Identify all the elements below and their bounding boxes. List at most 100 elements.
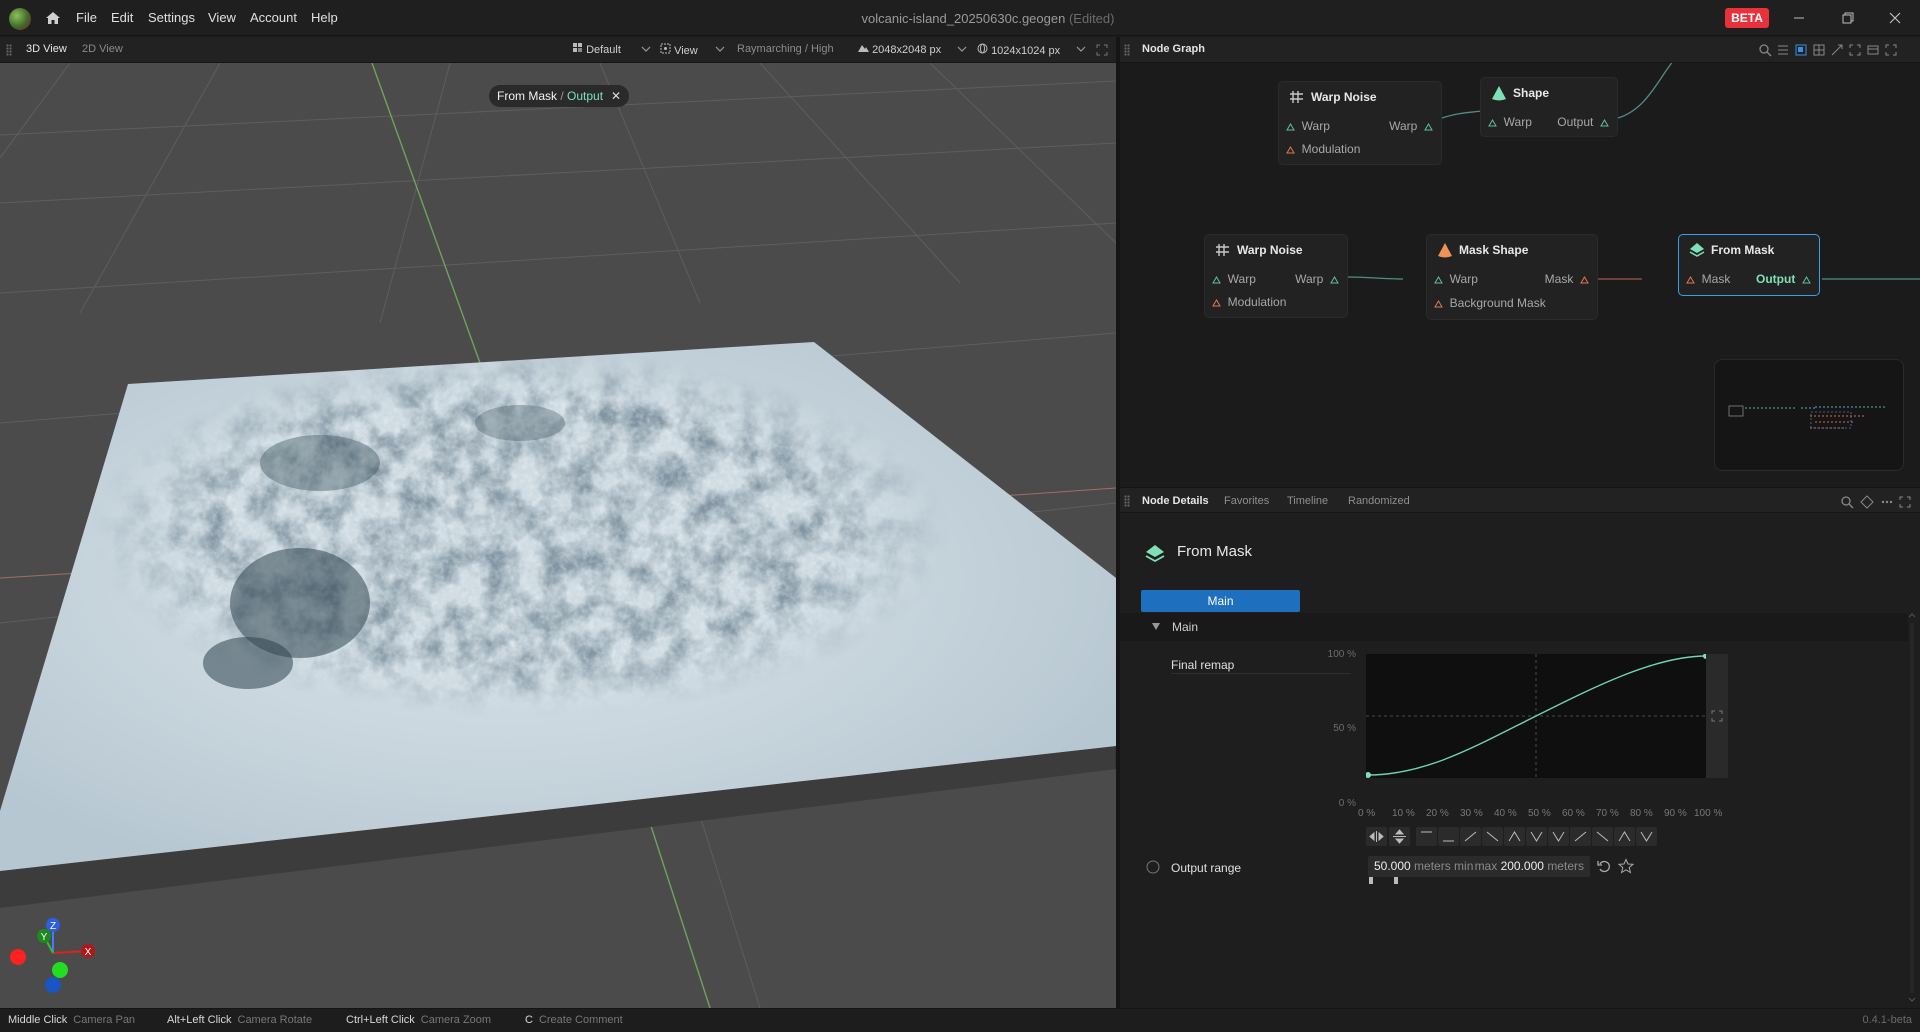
node-graph-canvas[interactable]: Warp Noise Warp Modulation Warp Shape Wa…: [1120, 63, 1920, 485]
preset-flat-low-button[interactable]: [1438, 827, 1459, 846]
range-slider-handles[interactable]: [1368, 876, 1398, 886]
frame-icon[interactable]: [1794, 43, 1808, 57]
triangle-port-icon: [1286, 122, 1295, 131]
input-port-warp[interactable]: Warp: [1286, 119, 1330, 133]
drag-handle-icon[interactable]: [1124, 495, 1130, 507]
preset-linear-button[interactable]: [1460, 827, 1481, 846]
section-main-header[interactable]: Main: [1120, 613, 1908, 641]
graph-minimap[interactable]: [1714, 359, 1904, 471]
terrain-layers-icon: [1145, 545, 1165, 563]
diamond-icon[interactable]: [1860, 495, 1874, 509]
port-label: Warp: [1503, 115, 1532, 129]
3d-viewport[interactable]: Z X Y From Mask / Output ✕: [0, 63, 1116, 1008]
preset-notch-button[interactable]: [1548, 827, 1569, 846]
tab-2d-view[interactable]: 2D View: [82, 43, 123, 55]
preset-ramp-down-button[interactable]: [1592, 827, 1613, 846]
close-icon: [1889, 12, 1901, 24]
reset-icon[interactable]: [1596, 858, 1612, 874]
chevron-down-icon[interactable]: [1076, 45, 1086, 53]
output-port-warp[interactable]: Warp: [1295, 272, 1339, 286]
port-label: Modulation: [1301, 142, 1361, 156]
remap-curve-editor[interactable]: [1365, 653, 1709, 778]
output-range-input[interactable]: 50.000 meters min max 200.000 meters: [1368, 856, 1590, 877]
close-icon[interactable]: ✕: [611, 85, 621, 107]
preview-resolution-dropdown[interactable]: 1024x1024 px: [977, 43, 1060, 57]
input-port-warp[interactable]: Warp: [1434, 272, 1478, 286]
chevron-down-icon[interactable]: [641, 45, 651, 53]
node-title: From Mask: [1711, 243, 1775, 257]
version-label: 0.4.1-beta: [1862, 1014, 1912, 1026]
details-header: Node Details Favorites Timeline Randomiz…: [1120, 487, 1920, 513]
preset-valley-button[interactable]: [1526, 827, 1547, 846]
preset-ramp-button[interactable]: [1570, 827, 1591, 846]
input-port-modulation[interactable]: Modulation: [1286, 142, 1360, 156]
tab-randomized[interactable]: Randomized: [1348, 495, 1410, 507]
chevron-down-icon[interactable]: [957, 45, 967, 53]
range-max-value[interactable]: 200.000: [1501, 859, 1544, 873]
tab-main[interactable]: Main: [1141, 590, 1300, 612]
preset-tent-button[interactable]: [1614, 827, 1635, 846]
flip-horizontal-button[interactable]: [1366, 827, 1387, 846]
fullscreen-icon[interactable]: [1711, 710, 1723, 722]
output-port-output[interactable]: Output: [1756, 272, 1811, 286]
toggle-radio-icon[interactable]: [1146, 860, 1160, 874]
view-dropdown[interactable]: View: [660, 43, 698, 57]
maximize-icon[interactable]: [1898, 495, 1912, 509]
drag-handle-icon[interactable]: [6, 44, 12, 56]
range-max-unit: meters: [1547, 859, 1584, 873]
maximize-icon[interactable]: [1884, 43, 1898, 57]
node-shape[interactable]: Shape Warp Output: [1480, 77, 1618, 137]
tab-node-details[interactable]: Node Details: [1142, 495, 1209, 507]
expand-icon[interactable]: [1830, 43, 1844, 57]
flip-vertical-button[interactable]: [1389, 827, 1410, 846]
minimize-button[interactable]: [1784, 6, 1814, 30]
tab-favorites[interactable]: Favorites: [1224, 495, 1269, 507]
viewport-toolbar: 3D View 2D View Default View Raymarching…: [0, 37, 1116, 63]
close-window-button[interactable]: [1880, 6, 1910, 30]
cone-icon: [1492, 86, 1506, 101]
list-icon[interactable]: [1776, 43, 1790, 57]
more-icon[interactable]: [1880, 495, 1894, 509]
resolution-dropdown[interactable]: 2048x2048 px: [858, 43, 941, 56]
preset-flat-high-button[interactable]: [1416, 827, 1437, 846]
caret-down-icon[interactable]: [1152, 623, 1160, 630]
layout-icon[interactable]: [1812, 43, 1826, 57]
chevron-down-icon[interactable]: [715, 45, 725, 53]
preset-dropdown[interactable]: Default: [573, 43, 621, 56]
tab-timeline[interactable]: Timeline: [1287, 495, 1328, 507]
curve-side-bar[interactable]: [1706, 654, 1728, 778]
preset-peak-button[interactable]: [1504, 827, 1525, 846]
fullscreen-icon[interactable]: [1096, 44, 1108, 56]
active-output-chip[interactable]: From Mask / Output ✕: [489, 85, 630, 107]
range-min-value[interactable]: 50.000: [1374, 859, 1411, 873]
hint-key: Ctrl+Left Click: [346, 1014, 415, 1026]
curve-flat-high-icon: [1421, 831, 1432, 833]
tab-3d-view[interactable]: 3D View: [26, 43, 67, 55]
search-icon[interactable]: [1758, 43, 1772, 57]
favorite-star-icon[interactable]: [1618, 858, 1634, 874]
render-mode-label[interactable]: Raymarching / High: [737, 43, 834, 55]
fit-view-icon[interactable]: [1848, 43, 1862, 57]
preset-inverse-button[interactable]: [1482, 827, 1503, 846]
input-port-background-mask[interactable]: Background Mask: [1434, 296, 1546, 310]
input-port-warp[interactable]: Warp: [1488, 115, 1532, 129]
search-icon[interactable]: [1840, 495, 1854, 509]
node-warp-noise-1[interactable]: Warp Noise Warp Modulation Warp: [1278, 81, 1442, 165]
panel-icon[interactable]: [1866, 43, 1880, 57]
node-mask-shape[interactable]: Mask Shape Warp Background Mask Mask: [1426, 234, 1598, 320]
preset-v-button[interactable]: [1636, 827, 1657, 846]
input-port-modulation[interactable]: Modulation: [1212, 295, 1286, 309]
output-port-mask[interactable]: Mask: [1545, 272, 1589, 286]
drag-handle-icon[interactable]: [1124, 44, 1130, 56]
input-port-mask[interactable]: Mask: [1686, 272, 1730, 286]
node-warp-noise-2[interactable]: Warp Noise Warp Modulation Warp: [1204, 234, 1348, 318]
warp-noise-icon: [1290, 91, 1303, 103]
input-port-warp[interactable]: Warp: [1212, 272, 1256, 286]
node-from-mask[interactable]: From Mask Mask Output: [1678, 234, 1820, 296]
restore-button[interactable]: [1833, 6, 1863, 30]
curve-preset-bar: [1366, 827, 1684, 847]
output-port-output[interactable]: Output: [1557, 115, 1609, 129]
remap-curve[interactable]: [1365, 653, 1709, 778]
details-scrollbar[interactable]: [1908, 613, 1916, 1003]
output-port-warp[interactable]: Warp: [1389, 119, 1433, 133]
